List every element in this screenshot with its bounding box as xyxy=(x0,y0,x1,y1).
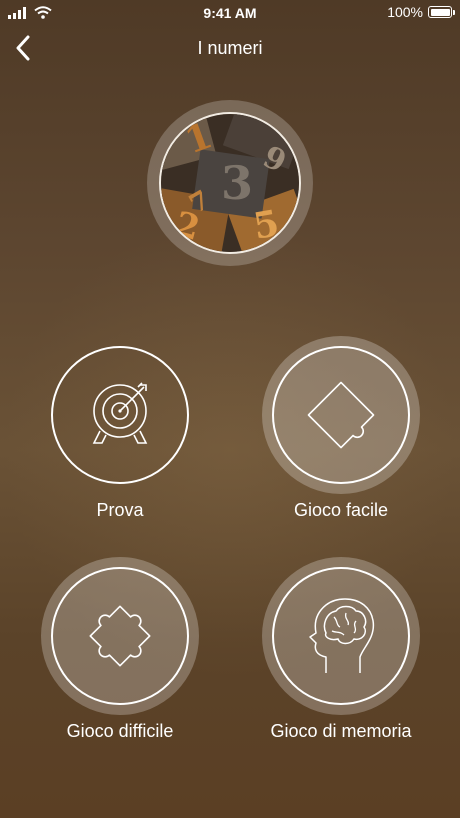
hero-image-frame: 1 3 2 5 9 7 xyxy=(147,100,313,266)
tile-prova-ring xyxy=(51,346,189,484)
tile-gioco-difficile-label: Gioco difficile xyxy=(66,721,174,741)
tile-gioco-di-memoria-label: Gioco di memoria xyxy=(270,721,412,741)
tile-gioco-difficile-circle[interactable] xyxy=(41,557,199,715)
tile-gioco-facile-label: Gioco facile xyxy=(293,500,389,520)
battery-percentage: 100% xyxy=(387,4,423,20)
tile-gioco-facile[interactable]: Gioco facile xyxy=(241,336,441,521)
page-title: I numeri xyxy=(197,38,263,58)
tile-gioco-di-memoria-ring xyxy=(272,567,410,705)
status-right: 100% xyxy=(387,4,455,20)
tile-prova[interactable]: Prova xyxy=(20,336,220,521)
status-bar: 9:41 AM 100% xyxy=(0,0,460,24)
puzzle-easy-icon xyxy=(307,381,375,449)
battery-icon xyxy=(428,6,455,18)
tile-gioco-di-memoria-circle[interactable] xyxy=(262,557,420,715)
brain-head-icon xyxy=(309,598,375,673)
svg-text:3: 3 xyxy=(221,156,253,210)
tile-gioco-difficile-ring xyxy=(51,567,189,705)
tile-prova-circle[interactable] xyxy=(41,336,199,494)
puzzle-hard-icon xyxy=(89,605,151,667)
tile-gioco-facile-ring xyxy=(272,346,410,484)
tile-prova-label: Prova xyxy=(96,500,144,520)
target-icon xyxy=(92,382,148,444)
tile-gioco-di-memoria[interactable]: Gioco di memoria xyxy=(241,557,441,742)
tile-gioco-facile-circle[interactable] xyxy=(262,336,420,494)
navigation-bar: I numeri xyxy=(0,28,460,68)
tile-gioco-difficile[interactable]: Gioco difficile xyxy=(20,557,220,742)
letterpress-numbers-image: 1 3 2 5 9 7 xyxy=(159,112,301,254)
